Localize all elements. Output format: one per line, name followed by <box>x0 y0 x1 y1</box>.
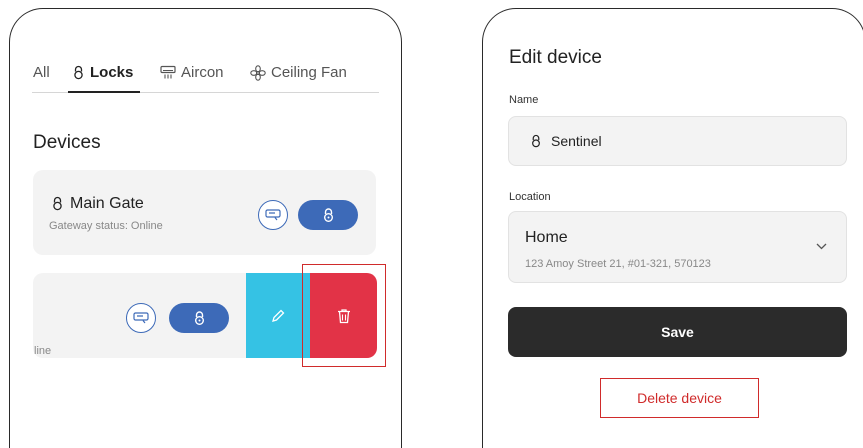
name-label: Name <box>509 94 539 106</box>
pencil-icon <box>272 309 285 322</box>
device-status: line <box>34 345 52 357</box>
fan-icon <box>250 64 266 81</box>
delete-highlight-box <box>302 264 386 367</box>
edit-swipe-button[interactable] <box>246 273 310 358</box>
lock-icon <box>194 311 204 325</box>
location-select[interactable]: Home 123 Amoy Street 21, #01-321, 570123 <box>508 211 847 283</box>
location-name: Home <box>525 229 568 246</box>
location-label: Location <box>509 191 551 203</box>
lock-icon <box>53 196 62 211</box>
name-value: Sentinel <box>551 133 602 149</box>
tab-locks[interactable]: Locks <box>72 64 133 81</box>
tab-ceiling-fan[interactable]: Ceiling Fan <box>250 64 347 81</box>
remote-icon <box>133 312 149 324</box>
aircon-icon <box>160 65 176 79</box>
lock-icon <box>532 134 540 148</box>
chevron-down-icon <box>816 243 827 250</box>
remote-button[interactable] <box>258 200 288 230</box>
tab-locks-label: Locks <box>90 64 134 81</box>
lock-icon <box>323 208 333 222</box>
tab-aircon-label: Aircon <box>181 64 224 81</box>
device-status: Gateway status: Online <box>49 220 163 232</box>
save-button[interactable]: Save <box>508 307 847 357</box>
delete-device-button[interactable]: Delete device <box>600 378 759 418</box>
tab-active-indicator <box>68 91 140 93</box>
remote-button[interactable] <box>126 303 156 333</box>
tab-all[interactable]: All <box>33 64 50 81</box>
tab-all-label: All <box>33 64 50 81</box>
section-title: Devices <box>33 132 101 153</box>
device-name: Main Gate <box>70 195 144 212</box>
remote-icon <box>265 209 281 221</box>
page-title: Edit device <box>509 47 602 68</box>
lock-icon <box>74 65 83 80</box>
unlock-button[interactable] <box>298 200 358 230</box>
unlock-button[interactable] <box>169 303 229 333</box>
tab-aircon[interactable]: Aircon <box>160 64 224 81</box>
name-field[interactable]: Sentinel <box>508 116 847 166</box>
tab-ceiling-fan-label: Ceiling Fan <box>271 64 347 81</box>
location-address: 123 Amoy Street 21, #01-321, 570123 <box>525 258 711 270</box>
